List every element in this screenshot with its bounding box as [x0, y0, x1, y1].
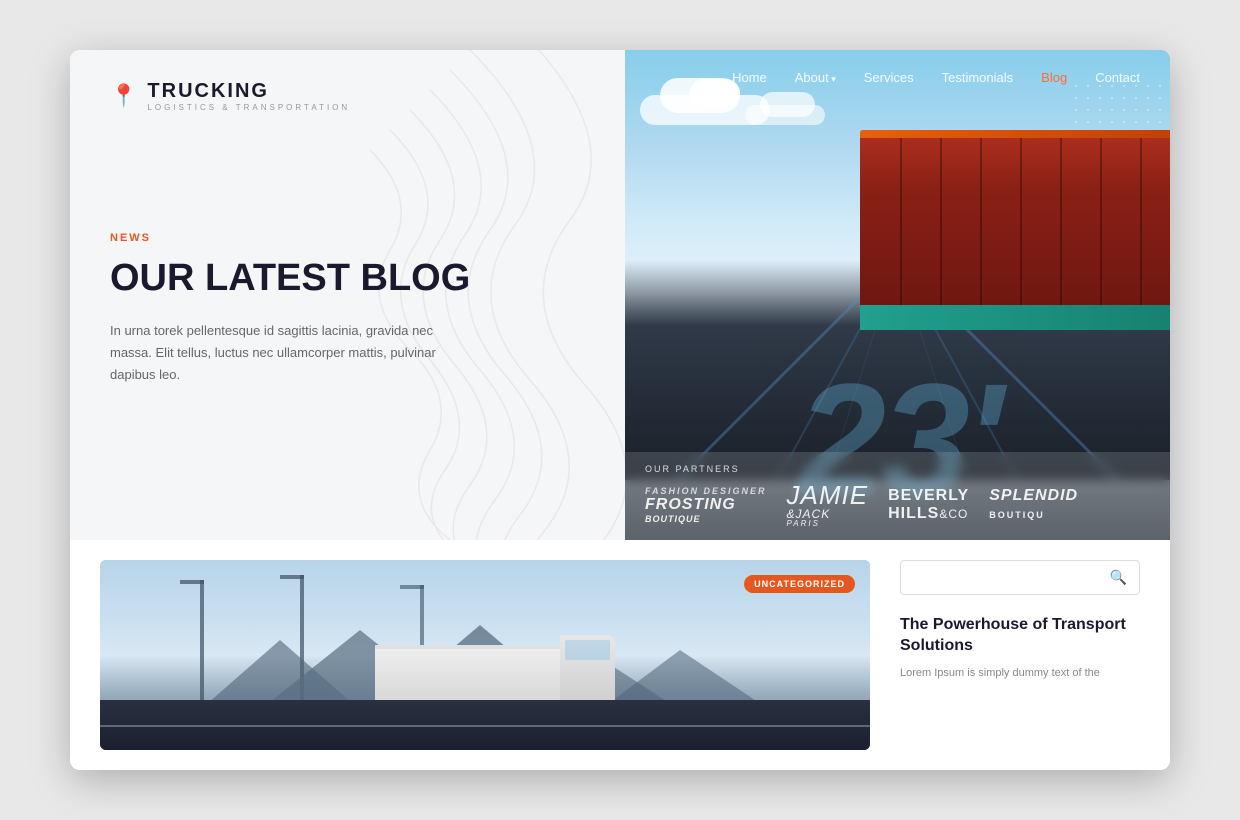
partner-frosting: FASHION DESIGNER FROSTING Boutique [645, 486, 767, 524]
logo-sub: LOGISTICS & TRANSPORTATION [147, 103, 350, 112]
nav-contact[interactable]: Contact [1095, 70, 1140, 85]
truck-cargo [860, 130, 1170, 330]
news-label: NEWS [110, 232, 585, 244]
sidebar-post-title: The Powerhouse of Transport Solutions [900, 615, 1140, 657]
search-input[interactable] [913, 571, 1110, 585]
logo-icon: 📍 [110, 83, 137, 109]
search-icon[interactable]: 🔍 [1110, 569, 1127, 586]
logo-main: TRUCKING [147, 80, 350, 103]
nav-home[interactable]: Home [732, 70, 767, 85]
bottom-section: UNCATEGORIZED 🔍 The Powerhouse of Transp… [70, 540, 1170, 770]
blog-heading: OUR LATEST BLOG [110, 258, 585, 300]
nav-about[interactable]: About [795, 70, 836, 85]
navbar: Home About Services Testimonials Blog Co… [625, 50, 1170, 105]
partners-section: OUR PARTNERS FASHION DESIGNER FROSTING B… [625, 452, 1170, 540]
nav-blog[interactable]: Blog [1041, 70, 1067, 85]
sidebar: 🔍 The Powerhouse of Transport Solutions … [900, 560, 1140, 750]
right-panel: 23' [625, 50, 1170, 540]
nav-testimonials[interactable]: Testimonials [942, 70, 1014, 85]
left-content: NEWS OUR LATEST BLOG In urna torek pelle… [110, 232, 585, 386]
logo-area[interactable]: 📍 TRUCKING LOGISTICS & TRANSPORTATION [110, 80, 585, 112]
category-badge[interactable]: UNCATEGORIZED [744, 575, 855, 593]
partner-jj: Jamie &Jack PARIS [787, 482, 869, 528]
logo-text: TRUCKING LOGISTICS & TRANSPORTATION [147, 80, 350, 112]
partners-logos: FASHION DESIGNER FROSTING Boutique Jamie… [645, 482, 1150, 528]
blog-pole-arm-3 [400, 585, 424, 589]
sidebar-post-desc: Lorem Ipsum is simply dummy text of the [900, 665, 1140, 683]
partner-splendid: splendidBOUTIQU [989, 487, 1078, 523]
search-box[interactable]: 🔍 [900, 560, 1140, 595]
browser-window: 📍 TRUCKING LOGISTICS & TRANSPORTATION NE… [70, 50, 1170, 770]
blog-card[interactable]: UNCATEGORIZED [100, 560, 870, 750]
blog-truck-container [375, 645, 575, 700]
blog-pole-arm-2 [280, 575, 304, 579]
left-panel: 📍 TRUCKING LOGISTICS & TRANSPORTATION NE… [70, 50, 625, 540]
partner-beverly: BEVERLYHILLS&CO [888, 487, 969, 522]
nav-services[interactable]: Services [864, 70, 914, 85]
top-section: 📍 TRUCKING LOGISTICS & TRANSPORTATION NE… [70, 50, 1170, 540]
partners-label: OUR PARTNERS [645, 464, 1150, 474]
blog-pole-arm-1 [180, 580, 204, 584]
sidebar-post: The Powerhouse of Transport Solutions Lo… [900, 615, 1140, 682]
blog-road [100, 700, 870, 750]
nav-items: Home About Services Testimonials Blog Co… [732, 70, 1140, 85]
blog-description: In urna torek pellentesque id sagittis l… [110, 320, 450, 386]
